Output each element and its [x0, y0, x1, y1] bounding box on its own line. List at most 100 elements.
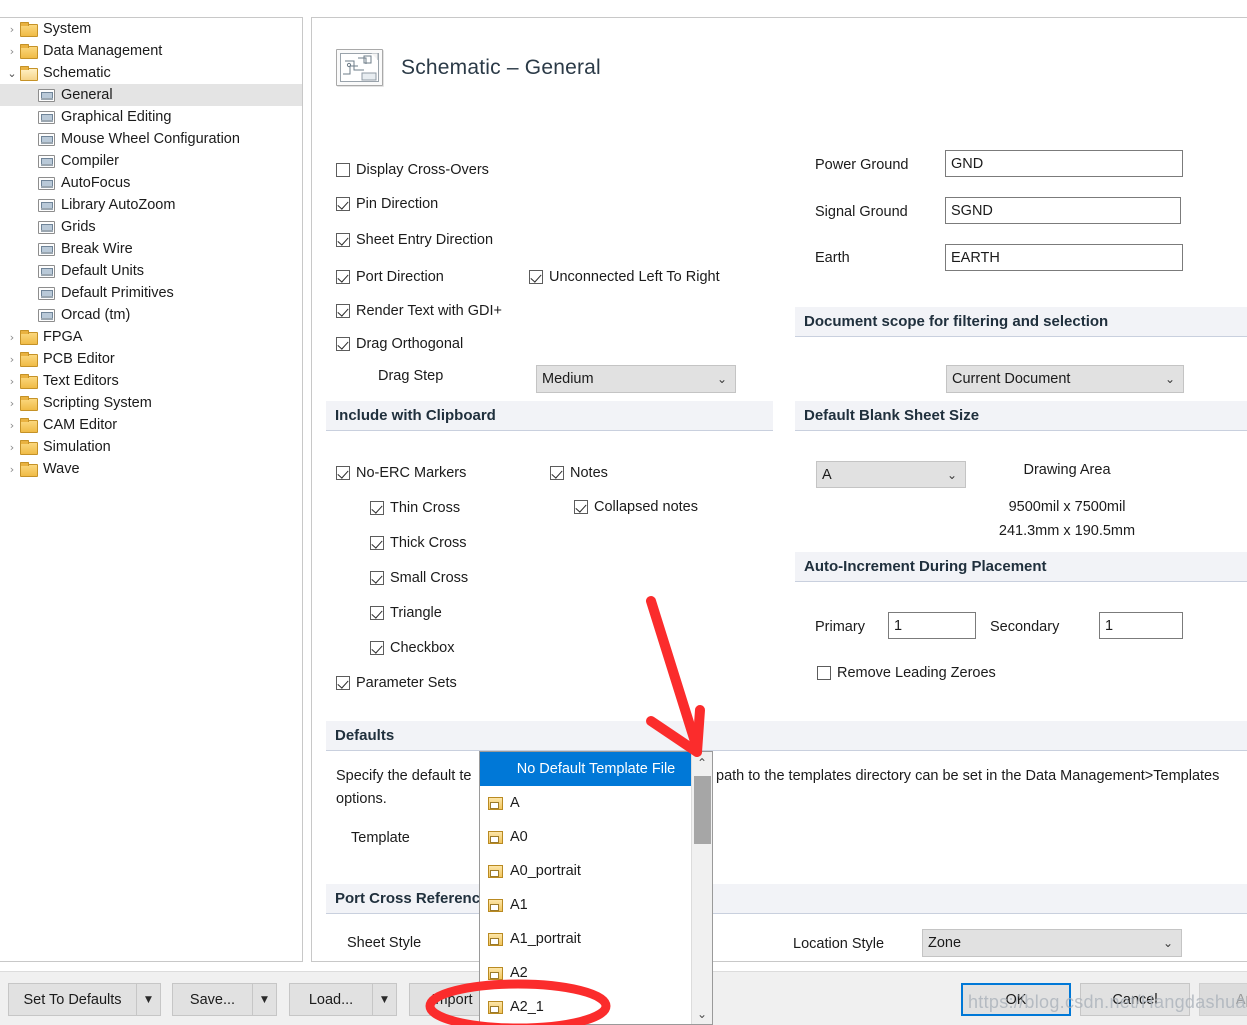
tree-item-compiler[interactable]: Compiler [0, 150, 302, 172]
dropdown-option-no-default-template-file[interactable]: No Default Template File [480, 752, 712, 786]
earth-input[interactable]: EARTH [945, 244, 1183, 271]
dropdown-option-a2[interactable]: A2 [480, 956, 712, 990]
chevron-right-icon[interactable]: › [4, 464, 20, 475]
checkbox-box[interactable] [336, 163, 350, 177]
scrollbar-thumb[interactable] [694, 776, 711, 844]
chevron-down-icon[interactable]: ⌄ [1162, 372, 1178, 386]
checkbox-box[interactable] [550, 466, 564, 480]
tree-item-data-management[interactable]: › Data Management [0, 40, 302, 62]
chevron-right-icon[interactable]: › [4, 332, 20, 343]
chevron-right-icon[interactable]: › [4, 420, 20, 431]
dropdown-option-a1-portrait[interactable]: A1_portrait [480, 922, 712, 956]
preferences-tree-panel[interactable]: › System › Data Management ⌄ Schematic General… [0, 17, 303, 962]
checkbox-triangle[interactable]: Triangle [370, 605, 442, 621]
location-style-select[interactable]: Zone ⌄ [922, 929, 1182, 957]
tree-item-general[interactable]: General [0, 84, 302, 106]
checkbox-sheet-entry-direction[interactable]: Sheet Entry Direction [336, 232, 493, 248]
tree-item-simulation[interactable]: › Simulation [0, 436, 302, 458]
checkbox-box[interactable] [336, 270, 350, 284]
save-button[interactable]: Save... ▼ [172, 983, 277, 1016]
tree-item-grids[interactable]: Grids [0, 216, 302, 238]
chevron-right-icon[interactable]: › [4, 442, 20, 453]
tree-item-mouse-wheel-configuration[interactable]: Mouse Wheel Configuration [0, 128, 302, 150]
checkbox-small-cross[interactable]: Small Cross [370, 570, 468, 586]
checkbox-box[interactable] [529, 270, 543, 284]
tree-item-pcb-editor[interactable]: › PCB Editor [0, 348, 302, 370]
template-dropdown-options[interactable]: No Default Template File A A0 A0_portrait A1… [480, 752, 712, 1024]
chevron-down-icon[interactable]: ▼ [372, 984, 396, 1015]
checkbox-render-text-gdi[interactable]: Render Text with GDI+ [336, 303, 502, 319]
checkbox-box[interactable] [574, 500, 588, 514]
checkbox-checkbox[interactable]: Checkbox [370, 640, 454, 656]
chevron-right-icon[interactable]: › [4, 354, 20, 365]
tree-item-default-primitives[interactable]: Default Primitives [0, 282, 302, 304]
tree-item-system[interactable]: › System [0, 18, 302, 40]
checkbox-box[interactable] [336, 337, 350, 351]
chevron-right-icon[interactable]: › [4, 376, 20, 387]
checkbox-box[interactable] [336, 233, 350, 247]
checkbox-box[interactable] [336, 304, 350, 318]
dropdown-option-a2-1[interactable]: A2_1 [480, 990, 712, 1024]
chevron-right-icon[interactable]: › [4, 46, 20, 57]
checkbox-notes[interactable]: Notes [550, 465, 608, 481]
chevron-down-icon[interactable]: ⌄ [1160, 936, 1176, 950]
secondary-input[interactable]: 1 [1099, 612, 1183, 639]
tree-item-autofocus[interactable]: AutoFocus [0, 172, 302, 194]
checkbox-thick-cross[interactable]: Thick Cross [370, 535, 467, 551]
checkbox-box[interactable] [817, 666, 831, 680]
power-ground-input[interactable]: GND [945, 150, 1183, 177]
checkbox-box[interactable] [370, 501, 384, 515]
load-button[interactable]: Load... ▼ [289, 983, 397, 1016]
chevron-down-icon[interactable]: ▼ [252, 984, 276, 1015]
chevron-right-icon[interactable]: › [4, 398, 20, 409]
checkbox-box[interactable] [370, 571, 384, 585]
checkbox-collapsed-notes[interactable]: Collapsed notes [574, 499, 698, 515]
template-dropdown-list[interactable]: No Default Template File A A0 A0_portrait A1… [479, 751, 713, 1025]
set-to-defaults-button[interactable]: Set To Defaults ▼ [8, 983, 161, 1016]
dropdown-option-a0-portrait[interactable]: A0_portrait [480, 854, 712, 888]
tree-item-orcad-tm[interactable]: Orcad (tm) [0, 304, 302, 326]
tree-item-schematic[interactable]: ⌄ Schematic [0, 62, 302, 84]
document-scope-select[interactable]: Current Document ⌄ [946, 365, 1184, 393]
chevron-right-icon[interactable]: › [4, 24, 20, 35]
dropdown-option-a0[interactable]: A0 [480, 820, 712, 854]
checkbox-remove-leading-zeroes[interactable]: Remove Leading Zeroes [817, 665, 996, 681]
tree-item-wave[interactable]: › Wave [0, 458, 302, 480]
checkbox-box[interactable] [336, 466, 350, 480]
tree-item-scripting-system[interactable]: › Scripting System [0, 392, 302, 414]
checkbox-port-direction[interactable]: Port Direction [336, 269, 444, 285]
tree-item-text-editors[interactable]: › Text Editors [0, 370, 302, 392]
dropdown-option-a1[interactable]: A1 [480, 888, 712, 922]
tree-item-library-autozoom[interactable]: Library AutoZoom [0, 194, 302, 216]
checkbox-drag-orthogonal[interactable]: Drag Orthogonal [336, 336, 463, 352]
checkbox-box[interactable] [370, 606, 384, 620]
chevron-down-icon[interactable]: ⌄ [692, 1003, 712, 1024]
chevron-down-icon[interactable]: ⌄ [944, 468, 960, 482]
chevron-down-icon[interactable]: ▼ [136, 984, 160, 1015]
checkbox-parameter-sets[interactable]: Parameter Sets [336, 675, 457, 691]
checkbox-box[interactable] [336, 676, 350, 690]
checkbox-box[interactable] [336, 197, 350, 211]
chevron-down-icon[interactable]: ⌄ [4, 68, 20, 79]
checkbox-no-erc-markers[interactable]: No-ERC Markers [336, 465, 466, 481]
checkbox-pin-direction[interactable]: Pin Direction [336, 196, 438, 212]
sheet-size-select[interactable]: A ⌄ [816, 461, 966, 488]
checkbox-box[interactable] [370, 641, 384, 655]
drag-step-select[interactable]: Medium ⌄ [536, 365, 736, 393]
checkbox-display-cross-overs[interactable]: Display Cross-Overs [336, 162, 489, 178]
checkbox-thin-cross[interactable]: Thin Cross [370, 500, 460, 516]
preferences-tree-list[interactable]: › System › Data Management ⌄ Schematic General… [0, 18, 302, 480]
chevron-down-icon[interactable]: ⌄ [714, 372, 730, 386]
chevron-up-icon[interactable]: ⌃ [692, 752, 712, 773]
primary-input[interactable]: 1 [888, 612, 976, 639]
tree-item-break-wire[interactable]: Break Wire [0, 238, 302, 260]
tree-item-fpga[interactable]: › FPGA [0, 326, 302, 348]
tree-item-default-units[interactable]: Default Units [0, 260, 302, 282]
tree-item-cam-editor[interactable]: › CAM Editor [0, 414, 302, 436]
dropdown-scrollbar[interactable]: ⌃ ⌄ [691, 752, 712, 1024]
tree-item-graphical-editing[interactable]: Graphical Editing [0, 106, 302, 128]
checkbox-unconnected-left-to-right[interactable]: Unconnected Left To Right [529, 269, 720, 285]
signal-ground-input[interactable]: SGND [945, 197, 1181, 224]
dropdown-option-a[interactable]: A [480, 786, 712, 820]
checkbox-box[interactable] [370, 536, 384, 550]
